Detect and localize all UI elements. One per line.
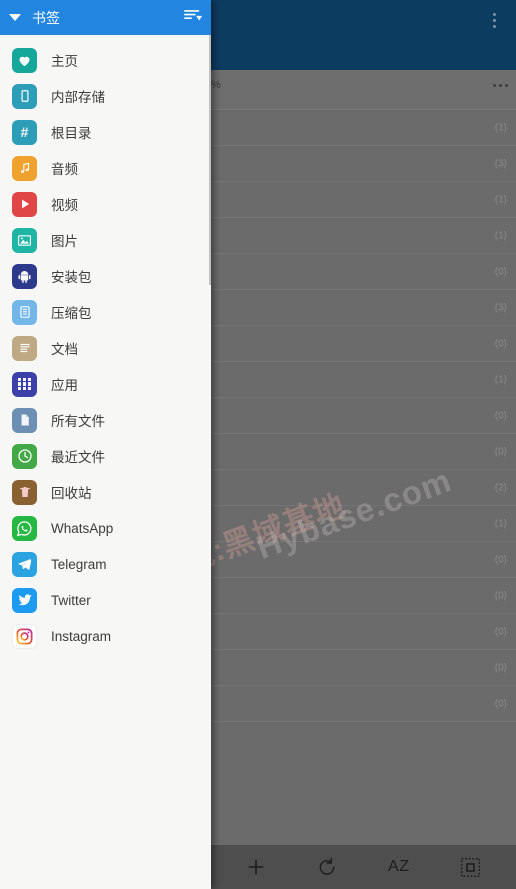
instagram-icon <box>12 623 37 649</box>
drawer-item-label: 所有文件 <box>51 414 105 429</box>
drawer-item-label: 安装包 <box>51 270 92 285</box>
row-count: (1) <box>494 194 507 205</box>
drawer-item-clock[interactable]: 最近文件 <box>0 438 211 474</box>
drawer-item-music-note[interactable]: 音频 <box>0 150 211 186</box>
drawer-title: 书签 <box>32 9 60 26</box>
android-icon <box>12 263 37 289</box>
drawer-item-label: 回收站 <box>51 486 92 501</box>
drawer-item-android[interactable]: 安装包 <box>0 258 211 294</box>
row-count: (0) <box>494 590 507 601</box>
music-note-icon <box>12 155 37 181</box>
row-count: (2) <box>494 482 507 493</box>
drawer-item-image[interactable]: 图片 <box>0 222 211 258</box>
drawer-item-instagram[interactable]: Instagram <box>0 618 211 654</box>
az-text-icon: AZ <box>388 858 410 875</box>
document-icon <box>12 335 37 361</box>
phone-icon <box>12 83 37 109</box>
drawer-item-trash[interactable]: 回收站 <box>0 474 211 510</box>
drawer-item-label: 视频 <box>51 198 78 213</box>
trash-icon <box>12 479 37 505</box>
drawer-item-telegram[interactable]: Telegram <box>0 546 211 582</box>
play-icon <box>12 191 37 217</box>
row-count: (0) <box>494 338 507 349</box>
drawer-item-label: 压缩包 <box>51 306 92 321</box>
drawer-item-label: Telegram <box>51 556 107 572</box>
drawer-item-label: 图片 <box>51 234 78 249</box>
telegram-icon <box>12 551 37 577</box>
hash-icon: # <box>12 119 37 145</box>
row-count: (1) <box>494 122 507 133</box>
drawer-item-phone[interactable]: 内部存储 <box>0 78 211 114</box>
row-count: (0) <box>494 662 507 673</box>
heart-icon <box>12 47 37 73</box>
drawer-item-label: 文档 <box>51 342 78 357</box>
drawer-item-label: Twitter <box>51 592 91 608</box>
image-icon <box>12 227 37 253</box>
row-count: (0) <box>494 266 507 277</box>
row-count: (0) <box>494 626 507 637</box>
drawer-header[interactable]: 书签 <box>0 0 211 35</box>
sort-az-button[interactable]: AZ <box>379 847 419 887</box>
drawer-scrollbar[interactable] <box>209 35 211 285</box>
row-count: (1) <box>494 230 507 241</box>
drawer-item-list: 主页内部存储 # 根目录音频视频图片安装包压缩包文档应用所有文件最近文件回收站 Wha… <box>0 35 211 889</box>
row-count: (1) <box>494 518 507 529</box>
apps-grid-icon <box>12 371 37 397</box>
row-count: (0) <box>494 446 507 457</box>
drawer-item-apps-grid[interactable]: 应用 <box>0 366 211 402</box>
drawer-item-label: 内部存储 <box>51 90 105 105</box>
drawer-item-label: 根目录 <box>51 126 92 141</box>
sort-descending-icon[interactable] <box>183 7 203 28</box>
drawer-item-label: 最近文件 <box>51 450 105 465</box>
more-horiz-icon[interactable] <box>493 84 508 87</box>
drawer-item-label: 音频 <box>51 162 78 177</box>
row-count: (0) <box>494 410 507 421</box>
drawer-item-heart[interactable]: 主页 <box>0 42 211 78</box>
row-count: (0) <box>494 554 507 565</box>
drawer-item-label: WhatsApp <box>51 520 114 536</box>
add-button[interactable] <box>236 847 276 887</box>
drawer-item-hash[interactable]: # 根目录 <box>0 114 211 150</box>
row-count: (1) <box>494 374 507 385</box>
drawer-item-file[interactable]: 所有文件 <box>0 402 211 438</box>
drawer-item-archive[interactable]: 压缩包 <box>0 294 211 330</box>
row-count: (0) <box>494 698 507 709</box>
screen: % (1) (3) (1) (1) (0) (3) (0) (1) (0) (0) (2) (1) (0… <box>0 0 516 889</box>
row-count: (3) <box>494 158 507 169</box>
clock-icon <box>12 443 37 469</box>
row-count: (3) <box>494 302 507 313</box>
drawer-item-whatsapp[interactable]: WhatsApp <box>0 510 211 546</box>
drawer-item-label: Instagram <box>51 628 112 644</box>
drawer-item-label: 应用 <box>51 378 78 393</box>
drawer-item-label: 主页 <box>51 54 78 69</box>
whatsapp-icon <box>12 515 37 541</box>
file-icon <box>12 407 37 433</box>
refresh-button[interactable] <box>307 847 347 887</box>
toolbar-partial-label: % <box>211 79 221 91</box>
navigation-drawer: 书签 主页内部存储 # 根目录音频视频图片安装包压缩包文档应用所有文件最近文件回收站… <box>0 0 211 889</box>
select-all-button[interactable] <box>450 847 490 887</box>
archive-icon <box>12 299 37 325</box>
drawer-item-twitter[interactable]: Twitter <box>0 582 211 618</box>
twitter-icon <box>12 587 37 613</box>
more-vert-icon[interactable] <box>486 8 502 32</box>
chevron-down-icon[interactable] <box>9 14 21 21</box>
drawer-item-document[interactable]: 文档 <box>0 330 211 366</box>
drawer-item-play[interactable]: 视频 <box>0 186 211 222</box>
